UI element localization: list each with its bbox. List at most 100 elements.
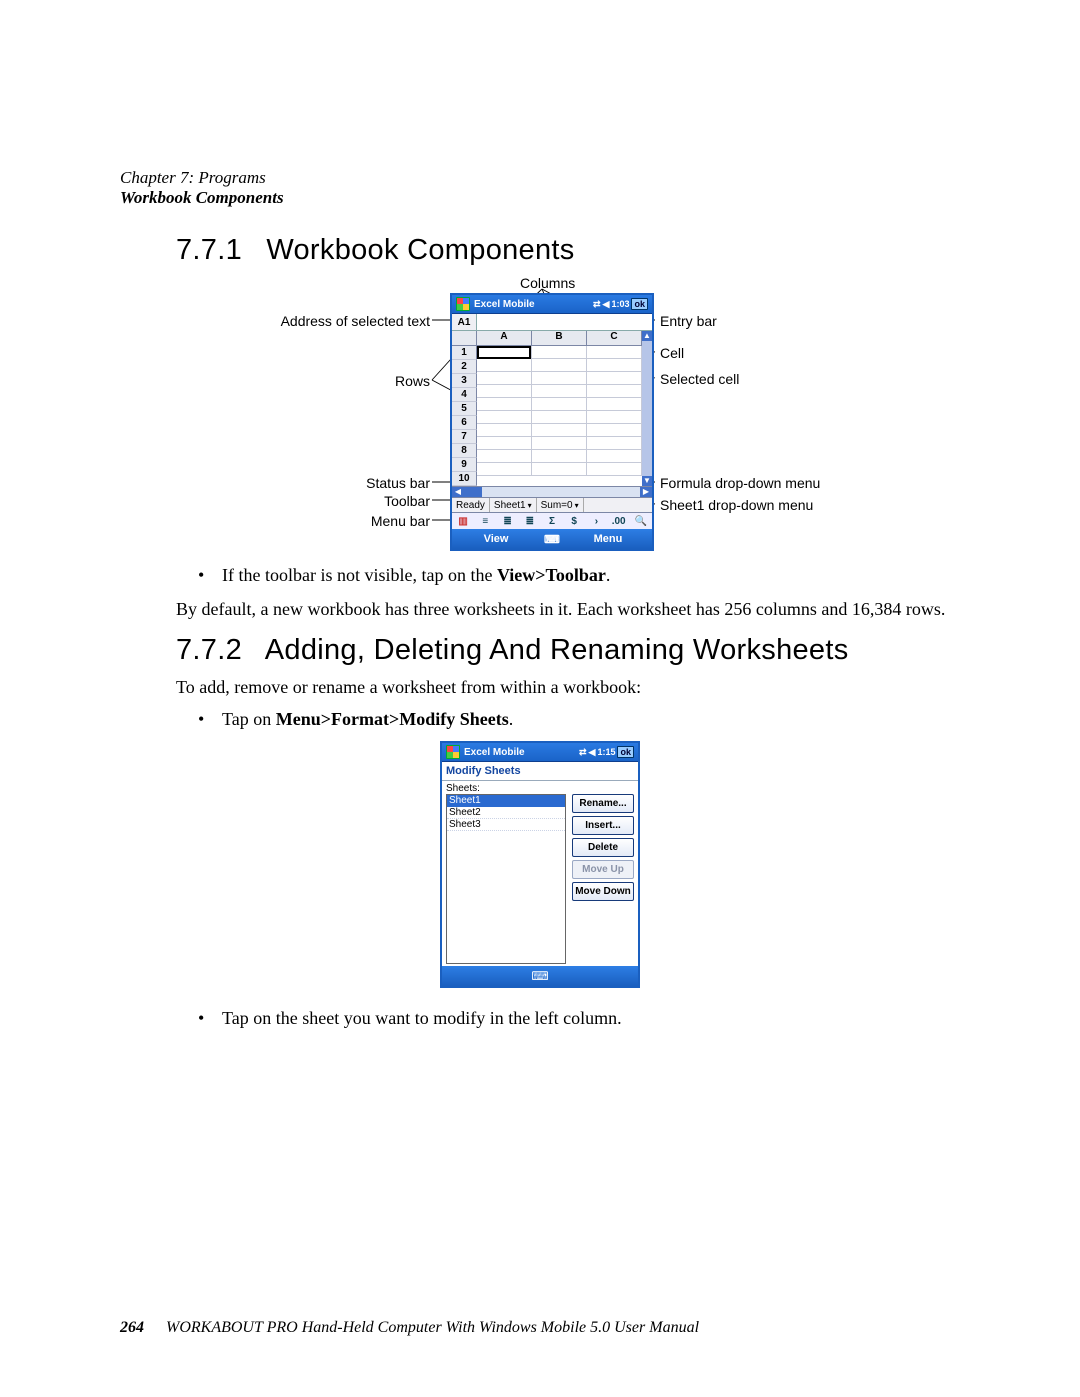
callout-status: Status bar: [366, 475, 430, 491]
callout-menubar: Menu bar: [371, 513, 430, 529]
sheet-dropdown[interactable]: Sheet1▾: [490, 498, 537, 512]
decimal-icon[interactable]: .00: [612, 516, 626, 527]
system-tray: ⇄ ◀ 1:03 ok: [593, 298, 648, 310]
excel-mobile-screenshot: Excel Mobile ⇄ ◀ 1:03 ok A1 A B: [450, 293, 654, 551]
keyboard-icon[interactable]: ⌨: [531, 969, 548, 983]
sheet-item[interactable]: Sheet1: [447, 795, 565, 807]
column-header-c[interactable]: C: [587, 331, 642, 345]
select-all-corner[interactable]: [452, 331, 477, 345]
insert-button[interactable]: Insert...: [572, 816, 634, 835]
connectivity-icon: ⇄: [579, 747, 587, 758]
menu-path: View>Toolbar: [497, 565, 606, 585]
sheet-item[interactable]: Sheet2: [447, 807, 565, 819]
callout-selected: Selected cell: [660, 371, 739, 387]
scroll-down-icon[interactable]: ▼: [642, 476, 652, 486]
volume-icon: ◀: [589, 747, 596, 758]
menu-view[interactable]: View: [452, 533, 540, 545]
horizontal-scrollbar[interactable]: ◀ ▶: [452, 486, 652, 497]
footer-text: WORKABOUT PRO Hand-Held Computer With Wi…: [166, 1319, 699, 1336]
row-header[interactable]: 3: [452, 374, 477, 388]
sheets-label: Sheets:: [442, 781, 638, 794]
menu-menu[interactable]: Menu: [564, 533, 652, 545]
system-tray: ⇄ ◀ 1:15 ok: [579, 746, 634, 758]
currency-icon[interactable]: $: [567, 516, 581, 527]
clock: 1:15: [597, 747, 615, 757]
callout-sheet-dd: Sheet1 drop-down menu: [660, 497, 813, 513]
formula-dropdown[interactable]: Sum=0▾: [537, 498, 584, 512]
paragraph-add-remove: To add, remove or rename a worksheet fro…: [176, 675, 960, 699]
heading-number: 7.7.2: [176, 634, 242, 666]
cell-grid[interactable]: [477, 346, 642, 486]
window-titlebar: Excel Mobile ⇄ ◀ 1:15 ok: [442, 743, 638, 762]
chevron-down-icon: ▾: [528, 501, 532, 510]
status-bar: Ready Sheet1▾ Sum=0▾: [452, 497, 652, 512]
move-down-button[interactable]: Move Down: [572, 882, 634, 901]
scroll-thumb[interactable]: [464, 487, 482, 497]
sheet-item[interactable]: Sheet3: [447, 819, 565, 831]
name-box[interactable]: A1: [452, 314, 477, 330]
status-ready: Ready: [452, 498, 490, 512]
bullet-text: If the toolbar is not visible, tap on th…: [222, 565, 497, 585]
volume-icon: ◀: [603, 299, 610, 310]
align-left-icon[interactable]: ≡: [478, 516, 492, 527]
column-header-a[interactable]: A: [477, 331, 532, 345]
row-header[interactable]: 8: [452, 444, 477, 458]
chapter-crumb: Chapter 7: Programs: [120, 168, 960, 188]
callout-cell: Cell: [660, 345, 684, 361]
page-footer: 264 WORKABOUT PRO Hand-Held Computer Wit…: [120, 1319, 960, 1337]
row-header[interactable]: 2: [452, 360, 477, 374]
formula-entry-bar[interactable]: [477, 314, 652, 330]
figure-modify-sheets: Excel Mobile ⇄ ◀ 1:15 ok Modify Sheets S…: [440, 741, 640, 988]
ok-button[interactable]: ok: [617, 746, 634, 758]
sip-bar: ⌨: [442, 966, 638, 986]
heading-7-7-2: 7.7.2 Adding, Deleting And Renaming Work…: [176, 634, 960, 667]
page-number: 264: [120, 1319, 144, 1336]
bullet-toolbar-tip: If the toolbar is not visible, tap on th…: [198, 563, 960, 587]
windows-icon: [446, 745, 460, 759]
menu-bar: View ⌨ Menu: [452, 529, 652, 549]
callout-address: Address of selected text: [281, 313, 430, 329]
sheet-list[interactable]: Sheet1 Sheet2 Sheet3: [446, 794, 566, 964]
paragraph-default-workbook: By default, a new workbook has three wor…: [176, 597, 960, 621]
row-headers[interactable]: 1 2 3 4 5 6 7 8 9 10: [452, 346, 477, 486]
delete-button[interactable]: Delete: [572, 838, 634, 857]
callout-entrybar: Entry bar: [660, 313, 717, 329]
autosum-icon[interactable]: Σ: [545, 516, 559, 527]
app-title: Excel Mobile: [474, 299, 589, 310]
windows-icon: [456, 297, 470, 311]
callout-columns: Columns: [520, 275, 575, 291]
scroll-left-icon[interactable]: ◀: [452, 487, 464, 497]
callout-toolbar: Toolbar: [384, 493, 430, 509]
menu-path: Menu>Format>Modify Sheets: [276, 709, 509, 729]
zoom-icon[interactable]: 🔍: [634, 516, 648, 527]
row-header[interactable]: 5: [452, 402, 477, 416]
comma-icon[interactable]: ›: [589, 516, 603, 527]
heading-title: Adding, Deleting And Renaming Worksheets: [265, 634, 849, 666]
scroll-up-icon[interactable]: ▲: [642, 331, 652, 341]
rename-button[interactable]: Rename...: [572, 794, 634, 813]
keyboard-icon[interactable]: ⌨: [540, 533, 564, 546]
figure-workbook-components: Columns Address of selected text Rows St…: [220, 275, 860, 545]
row-header[interactable]: 6: [452, 416, 477, 430]
dialog-title: Modify Sheets: [442, 762, 638, 781]
heading-title: Workbook Components: [266, 234, 574, 266]
scroll-right-icon[interactable]: ▶: [640, 487, 652, 497]
align-right-icon[interactable]: ≣: [523, 516, 537, 527]
vertical-scrollbar[interactable]: ▲ ▼: [642, 331, 652, 486]
align-center-icon[interactable]: ≣: [501, 516, 515, 527]
active-cell-indicator: [477, 346, 531, 359]
move-up-button[interactable]: Move Up: [572, 860, 634, 879]
row-header[interactable]: 7: [452, 430, 477, 444]
heading-number: 7.7.1: [176, 234, 242, 266]
app-title: Excel Mobile: [464, 747, 575, 758]
column-header-b[interactable]: B: [532, 331, 587, 345]
chart-icon[interactable]: ▥: [456, 516, 470, 527]
section-crumb: Workbook Components: [120, 188, 960, 208]
heading-7-7-1: 7.7.1 Workbook Components: [176, 234, 960, 267]
row-header[interactable]: 9: [452, 458, 477, 472]
toolbar: ▥ ≡ ≣ ≣ Σ $ › .00 🔍: [452, 512, 652, 529]
row-header[interactable]: 1: [452, 346, 477, 360]
ok-button[interactable]: ok: [631, 298, 648, 310]
row-header[interactable]: 4: [452, 388, 477, 402]
row-header[interactable]: 10: [452, 472, 477, 486]
